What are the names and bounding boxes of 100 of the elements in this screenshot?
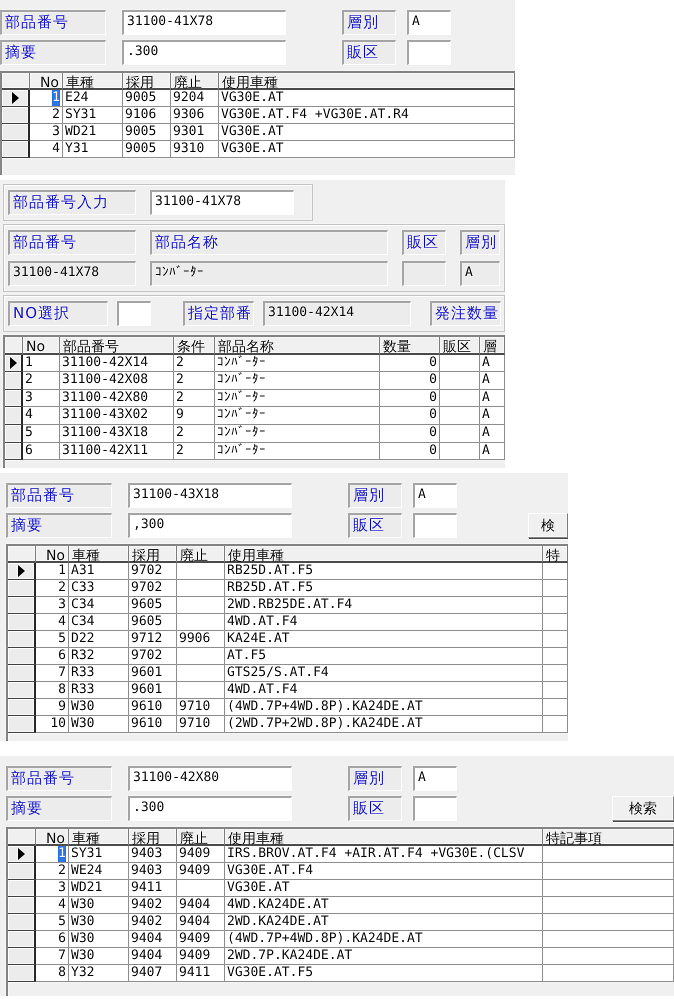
row-header[interactable]	[8, 580, 36, 597]
row-header[interactable]	[8, 914, 36, 931]
table-cell: ｺﾝﾊﾞｰﾀｰ	[215, 354, 380, 372]
column-header: 使用車種	[225, 829, 543, 846]
row-header[interactable]	[8, 897, 36, 914]
text-field[interactable]: A	[413, 766, 457, 791]
table-cell: 9	[174, 407, 215, 425]
text-field[interactable]: 31100-42X80	[128, 766, 292, 791]
field-label: 部品番号	[6, 766, 112, 791]
field-label: 摘要	[6, 513, 112, 538]
table-cell	[543, 665, 568, 682]
table-cell: 9	[36, 699, 69, 716]
row-header[interactable]	[8, 965, 36, 982]
table-cell: SY31	[69, 846, 129, 863]
table-cell: RB25D.AT.F5	[225, 580, 543, 597]
row-header[interactable]	[8, 880, 36, 897]
text-field[interactable]: A	[413, 483, 457, 508]
row-header[interactable]	[5, 407, 23, 425]
row-header[interactable]	[8, 665, 36, 682]
table-cell: 9005	[123, 124, 171, 141]
table-cell: 3	[23, 390, 60, 408]
table-cell	[543, 614, 568, 631]
row-header[interactable]	[8, 716, 36, 733]
table-cell: A	[480, 372, 505, 390]
text-field[interactable]	[402, 261, 446, 286]
row-header[interactable]	[8, 648, 36, 665]
column-header: 車種	[63, 73, 123, 90]
table-cell: 5	[36, 631, 69, 648]
row-header[interactable]	[2, 141, 30, 158]
row-header[interactable]	[8, 948, 36, 965]
text-field[interactable]: ｺﾝﾊﾞｰﾀｰ	[150, 261, 388, 286]
table-cell: 2	[23, 372, 60, 390]
table-cell: 2	[36, 580, 69, 597]
row-header[interactable]	[8, 682, 36, 699]
table-cell: 0	[380, 354, 440, 372]
text-field[interactable]	[117, 301, 151, 326]
table-cell: 9404	[177, 897, 225, 914]
text-field[interactable]: 31100-42X14	[263, 301, 411, 326]
column-header: 車種	[69, 829, 129, 846]
table-cell: 10	[36, 716, 69, 733]
text-field[interactable]	[407, 40, 451, 65]
search-button[interactable]: 検索	[612, 796, 674, 821]
table-cell: 1	[23, 354, 60, 372]
table-cell	[543, 580, 568, 597]
row-header[interactable]	[2, 124, 30, 141]
table-cell: 9702	[129, 563, 177, 580]
table-cell: 5	[36, 914, 69, 931]
table-cell: 9409	[177, 931, 225, 948]
table-cell: ｺﾝﾊﾞｰﾀｰ	[215, 372, 380, 390]
column-header: No	[36, 546, 69, 563]
text-field[interactable]: .300	[128, 796, 292, 821]
table-cell: 9409	[177, 846, 225, 863]
column-header: No	[23, 337, 60, 355]
column-header: 廃止	[177, 546, 225, 563]
row-header[interactable]	[8, 597, 36, 614]
row-header[interactable]	[5, 424, 23, 443]
table-cell: 9710	[177, 699, 225, 716]
row-header[interactable]	[8, 614, 36, 631]
text-field[interactable]: A	[407, 10, 451, 35]
table-cell: 6	[36, 931, 69, 948]
column-header: 採用	[129, 829, 177, 846]
text-field[interactable]: ,300	[128, 513, 292, 538]
row-header[interactable]	[5, 390, 23, 408]
text-field[interactable]: .300	[122, 40, 286, 65]
table-cell: GTS25/S.AT.F4	[225, 665, 543, 682]
row-header[interactable]	[5, 354, 23, 372]
table-cell: VG30E.AT.F4	[225, 863, 543, 880]
row-header[interactable]	[8, 631, 36, 648]
table-cell: R33	[69, 682, 129, 699]
row-header[interactable]	[8, 863, 36, 880]
row-header[interactable]	[5, 372, 23, 390]
row-header[interactable]	[2, 90, 30, 107]
text-field[interactable]: A	[460, 261, 500, 286]
row-header[interactable]	[2, 107, 30, 124]
row-header[interactable]	[5, 442, 23, 460]
table-cell: VG30E.AT.F4 +VG30E.AT.R4	[219, 107, 515, 124]
table-cell: 9411	[177, 965, 225, 982]
field-label: 部品番号入力	[8, 190, 136, 215]
text-field[interactable]	[413, 513, 457, 538]
text-field[interactable]	[413, 796, 457, 821]
row-header[interactable]	[8, 846, 36, 863]
table-cell: D22	[69, 631, 129, 648]
text-field[interactable]: 31100-41X78	[122, 10, 286, 35]
row-header[interactable]	[8, 699, 36, 716]
table-cell: C33	[69, 580, 129, 597]
field-label: 摘要	[0, 40, 106, 65]
text-field[interactable]: 31100-41X78	[8, 261, 136, 286]
text-field[interactable]: 31100-41X78	[150, 190, 294, 215]
table-cell: W30	[69, 931, 129, 948]
table-cell: 9601	[129, 665, 177, 682]
row-header[interactable]	[8, 931, 36, 948]
table-cell: VG30E.AT	[225, 880, 543, 897]
column-header: 使用車種	[219, 73, 515, 90]
text-field[interactable]: 31100-43X18	[128, 483, 292, 508]
search-button[interactable]: 検	[528, 513, 568, 538]
row-header[interactable]	[8, 563, 36, 580]
column-header: 使用車種	[225, 546, 543, 563]
table-cell	[440, 354, 480, 372]
column-header: 販区	[440, 337, 480, 355]
table-cell: 7	[36, 948, 69, 965]
